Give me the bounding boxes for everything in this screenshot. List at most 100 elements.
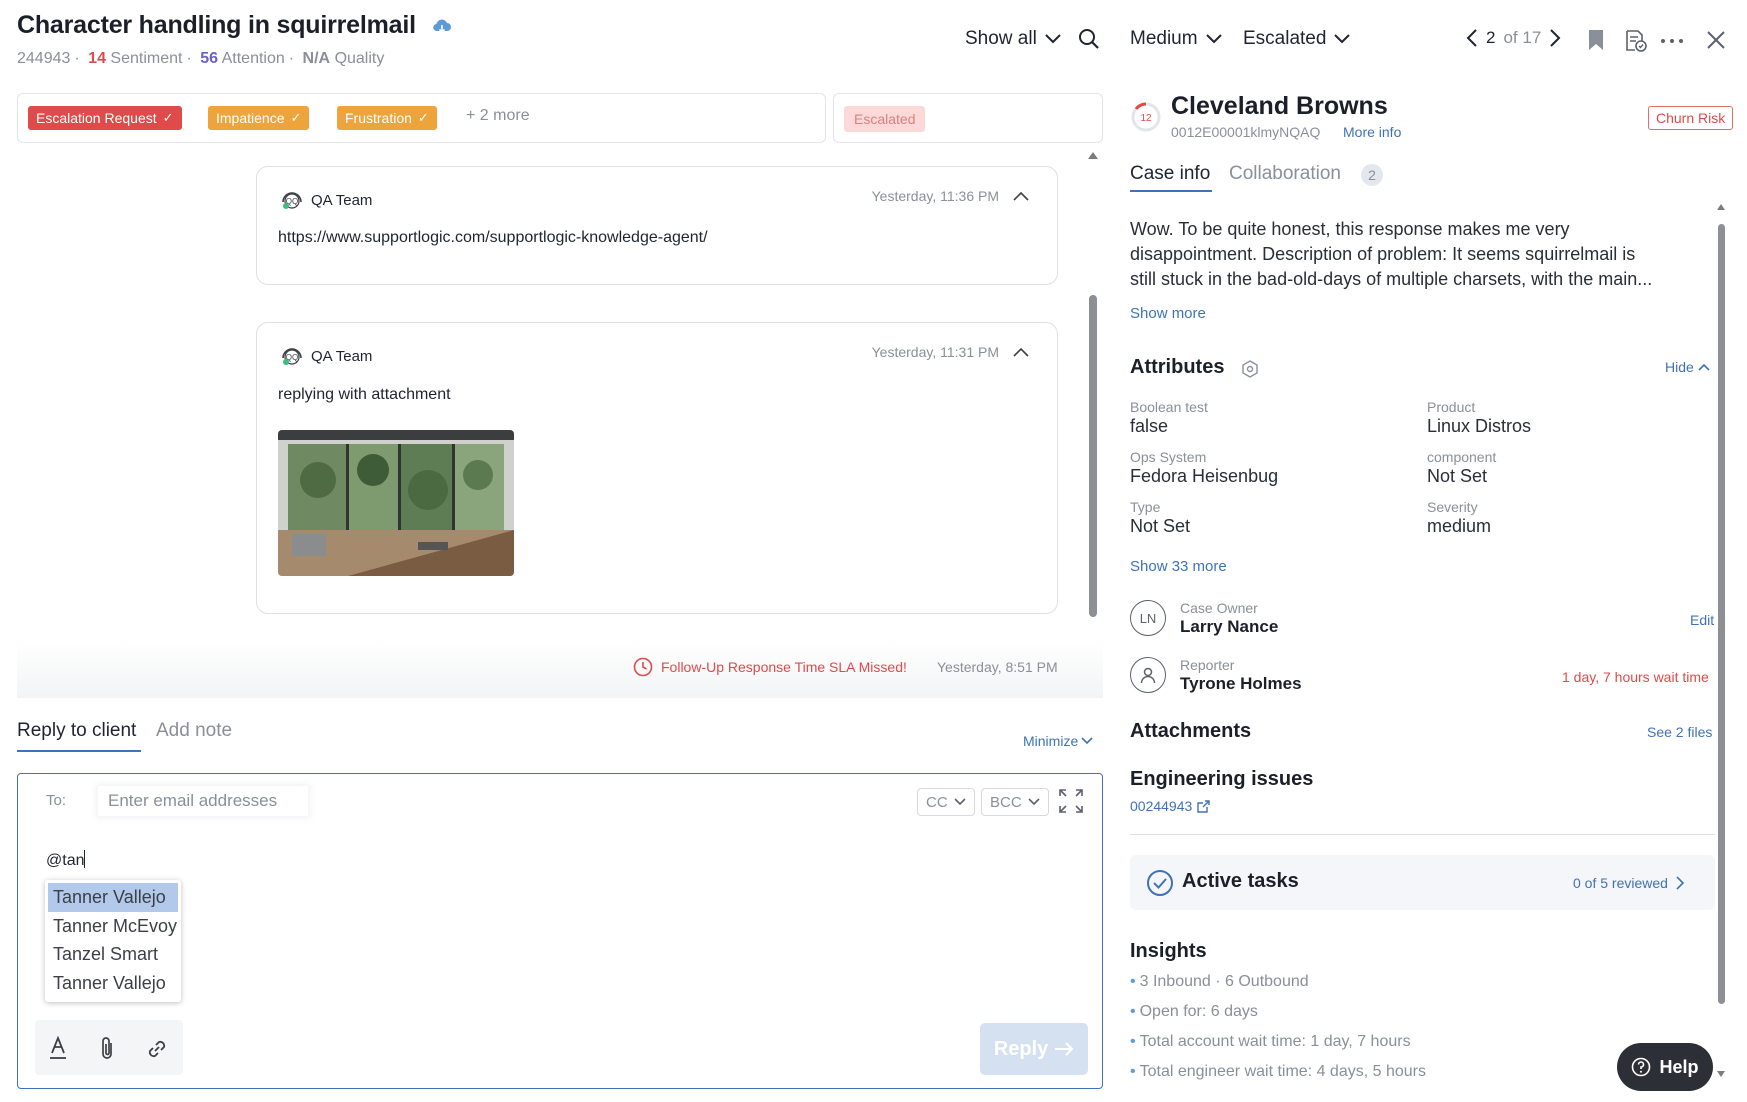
show-all-label: Show all xyxy=(965,28,1037,49)
clock-icon xyxy=(633,657,653,677)
account-score-ring: 12 xyxy=(1130,101,1162,133)
hide-attributes-link[interactable]: Hide xyxy=(1665,359,1710,375)
help-button[interactable]: Help xyxy=(1617,1043,1713,1091)
paperclip-icon[interactable] xyxy=(98,1036,116,1062)
tag-impatience[interactable]: Impatience ✓ xyxy=(208,106,310,130)
priority-dropdown[interactable]: Medium xyxy=(1130,28,1222,50)
expand-icon[interactable] xyxy=(1058,788,1084,814)
chevron-down-icon xyxy=(1334,34,1351,44)
reply-body-text[interactable]: @tan xyxy=(46,850,86,870)
attribute-label: Type xyxy=(1130,499,1161,515)
tab-reply-to-client[interactable]: Reply to client xyxy=(17,720,136,742)
tab-collaboration[interactable]: Collaboration xyxy=(1229,163,1341,185)
account-name[interactable]: Cleveland Browns xyxy=(1171,92,1388,121)
tasks-reviewed-count[interactable]: 0 of 5 reviewed xyxy=(1573,875,1684,891)
attribute-value: Not Set xyxy=(1130,516,1191,536)
format-toolbar xyxy=(35,1020,183,1075)
status-badge: Escalated xyxy=(844,106,926,132)
tag-escalation-request[interactable]: Escalation Request ✓ xyxy=(28,106,182,130)
divider xyxy=(1130,834,1715,835)
message-body: replying with attachment xyxy=(278,386,451,403)
attachments-title: Attachments xyxy=(1130,720,1252,742)
more-tags-link[interactable]: + 2 more xyxy=(466,107,530,125)
check-circle-icon xyxy=(1146,869,1174,897)
sla-warning: Follow-Up Response Time SLA Missed! xyxy=(633,657,907,677)
attribute-value: Not Set xyxy=(1427,466,1488,486)
cloud-sync-icon[interactable] xyxy=(432,17,452,35)
question-circle-icon xyxy=(1631,1057,1651,1077)
see-files-link[interactable]: See 2 files xyxy=(1647,724,1712,740)
message-header: QQ QA Team xyxy=(279,187,372,213)
chevron-up-icon[interactable] xyxy=(1013,191,1029,201)
edit-owner-link[interactable]: Edit xyxy=(1690,612,1714,628)
show-more-link[interactable]: Show more xyxy=(1130,305,1206,322)
collaboration-count-badge: 2 xyxy=(1361,164,1383,186)
prev-case-icon[interactable] xyxy=(1466,28,1478,48)
minimize-button[interactable]: Minimize xyxy=(1023,733,1093,749)
attribute-value: medium xyxy=(1427,516,1492,536)
tab-case-info[interactable]: Case info xyxy=(1130,163,1210,185)
reply-button[interactable]: Reply xyxy=(980,1023,1088,1075)
to-label: To: xyxy=(46,792,67,809)
chevron-right-icon xyxy=(1676,876,1684,890)
search-icon[interactable] xyxy=(1078,28,1100,50)
chevron-up-icon[interactable] xyxy=(1013,347,1029,357)
quality-score: N/A xyxy=(302,50,331,67)
insights-title: Insights xyxy=(1130,940,1207,962)
message-body[interactable]: https://www.supportlogic.com/supportlogi… xyxy=(278,229,708,247)
show-more-attributes-link[interactable]: Show 33 more xyxy=(1130,558,1227,575)
owner-name[interactable]: Larry Nance xyxy=(1180,617,1278,637)
chevron-down-icon xyxy=(1205,34,1222,44)
insight-item: • Open for: 6 days xyxy=(1130,1003,1258,1020)
tag-frustration[interactable]: Frustration ✓ xyxy=(337,106,437,130)
engineering-issues-title: Engineering issues xyxy=(1130,768,1314,790)
attribute-label: Product xyxy=(1427,399,1476,415)
status-dropdown[interactable]: Escalated xyxy=(1243,28,1351,50)
chevron-down-icon xyxy=(1081,737,1093,745)
email-recipients-input[interactable] xyxy=(98,786,308,816)
message-author: QA Team xyxy=(311,347,373,365)
message-author: QA Team xyxy=(311,191,373,209)
show-all-dropdown[interactable]: Show all xyxy=(965,28,1061,50)
more-info-link[interactable]: More info xyxy=(1343,124,1401,140)
more-options-icon[interactable] xyxy=(1660,38,1684,44)
case-title: Character handling in squirrelmail xyxy=(17,11,416,39)
reporter-name[interactable]: Tyrone Holmes xyxy=(1180,674,1302,694)
insight-item: • 3 Inbound · 6 Outbound xyxy=(1130,973,1309,990)
attention-label: Attention xyxy=(221,50,285,67)
headset-avatar-icon: QQ xyxy=(279,187,305,213)
chevron-up-icon xyxy=(1698,363,1710,371)
mention-option[interactable]: Tanner Vallejo xyxy=(48,969,178,998)
active-tasks-title: Active tasks xyxy=(1182,870,1299,892)
close-icon[interactable] xyxy=(1706,30,1726,50)
sentiment-label: Sentiment xyxy=(110,50,183,67)
bookmark-icon[interactable] xyxy=(1587,29,1605,51)
scroll-down-icon[interactable] xyxy=(1716,1070,1726,1078)
case-meta: 244943 · 14 Sentiment · 56 Attention · N/A … xyxy=(17,50,385,67)
active-tab-indicator xyxy=(17,750,141,752)
text-format-icon[interactable] xyxy=(48,1036,68,1060)
next-case-icon[interactable] xyxy=(1549,28,1561,48)
churn-risk-badge: Churn Risk xyxy=(1648,106,1734,130)
bcc-button[interactable]: BCC xyxy=(981,788,1049,816)
message-card: QQ QA Team Yesterday, 11:36 PM https://w… xyxy=(256,166,1058,285)
link-icon[interactable] xyxy=(144,1036,170,1062)
mention-option[interactable]: Tanner McEvoy xyxy=(48,912,178,941)
message-time: Yesterday, 11:31 PM xyxy=(871,344,999,360)
attribute-label: component xyxy=(1427,449,1497,465)
cc-button[interactable]: CC xyxy=(917,788,975,816)
case-id: 244943 xyxy=(17,50,71,67)
conversation-scroll-thumb[interactable] xyxy=(1089,295,1097,617)
engineering-issue-link[interactable]: 00244943 xyxy=(1130,798,1210,814)
page-total: of 17 xyxy=(1503,28,1542,47)
document-check-icon[interactable] xyxy=(1624,29,1648,53)
mention-option[interactable]: Tanzel Smart xyxy=(48,940,178,969)
settings-hex-icon[interactable] xyxy=(1242,360,1258,378)
attachment-image[interactable] xyxy=(278,430,514,576)
insight-item: • Total engineer wait time: 4 days, 5 hou… xyxy=(1130,1063,1426,1080)
panel-scroll-thumb[interactable] xyxy=(1718,224,1725,1004)
chevron-down-icon xyxy=(1045,34,1061,44)
mention-option[interactable]: Tanner Vallejo xyxy=(48,883,178,912)
headset-avatar-icon: QQ xyxy=(279,343,305,369)
tab-add-note[interactable]: Add note xyxy=(156,720,232,742)
